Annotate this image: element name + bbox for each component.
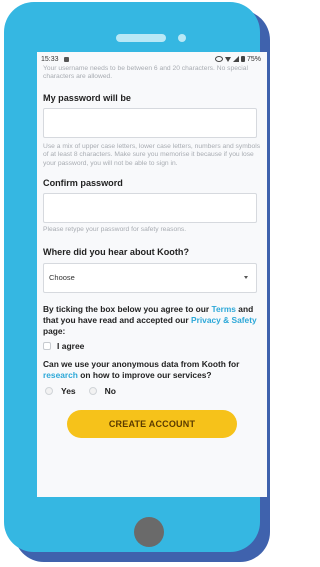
agree-label: I agree [57,340,85,351]
consent-options: Yes No [43,386,261,396]
chevron-down-icon [244,275,248,279]
battery-icon [240,56,245,62]
home-button[interactable] [134,517,164,547]
privacy-link[interactable]: Privacy & Safety [191,315,257,325]
data-text-2: on how to improve our services? [77,369,212,380]
phone-camera [178,34,186,42]
phone-screen: 15:33 75% Your username needs to be betw… [37,52,267,497]
password-input[interactable] [43,108,257,138]
research-link[interactable]: research [43,370,78,380]
data-consent-text: Can we use your anonymous data from Koot… [43,359,261,381]
create-account-button[interactable]: CREATE ACCOUNT [67,409,237,438]
confirm-password-input[interactable] [43,193,257,224]
no-radio[interactable] [88,386,97,395]
password-hint: Use a mix of upper case letters, lower c… [43,143,261,167]
status-icons: 75% [214,55,261,63]
signup-form: Your username needs to be between 6 and … [43,65,261,438]
hear-about-value: Choose [49,273,75,283]
password-label: My password will be [43,93,131,103]
yes-label: Yes [61,385,76,396]
phone-frame: 15:33 75% Your username needs to be betw… [4,2,267,552]
hear-about-select[interactable]: Choose [43,262,257,293]
battery-percent: 75% [246,55,261,63]
button-wrap: CREATE ACCOUNT [43,409,261,438]
no-label: No [104,385,116,396]
yes-radio[interactable] [45,386,53,395]
signal-icon [232,56,239,62]
agree-row: I agree [43,341,261,351]
confirm-password-hint: Please retype your password for safety r… [43,226,187,234]
status-bar: 15:33 75% [37,52,267,66]
agree-checkbox[interactable] [43,341,51,350]
terms-text-1: By ticking the box below you agree to ou… [43,303,212,314]
confirm-password-label: Confirm password [43,178,123,189]
terms-text-3: page: [43,325,66,336]
terms-text: By ticking the box below you agree to ou… [43,304,261,337]
phone-speaker [116,34,166,42]
data-text-1: Can we use your anonymous data from Koot… [43,358,240,369]
wifi-icon [224,56,231,62]
status-time: 15:33 [41,55,59,63]
username-hint: Your username needs to be between 6 and … [43,65,248,81]
hear-about-label: Where did you hear about Kooth? [43,246,190,257]
terms-link[interactable]: Terms [211,304,236,314]
notification-icon [63,56,69,62]
eye-icon [214,56,223,62]
